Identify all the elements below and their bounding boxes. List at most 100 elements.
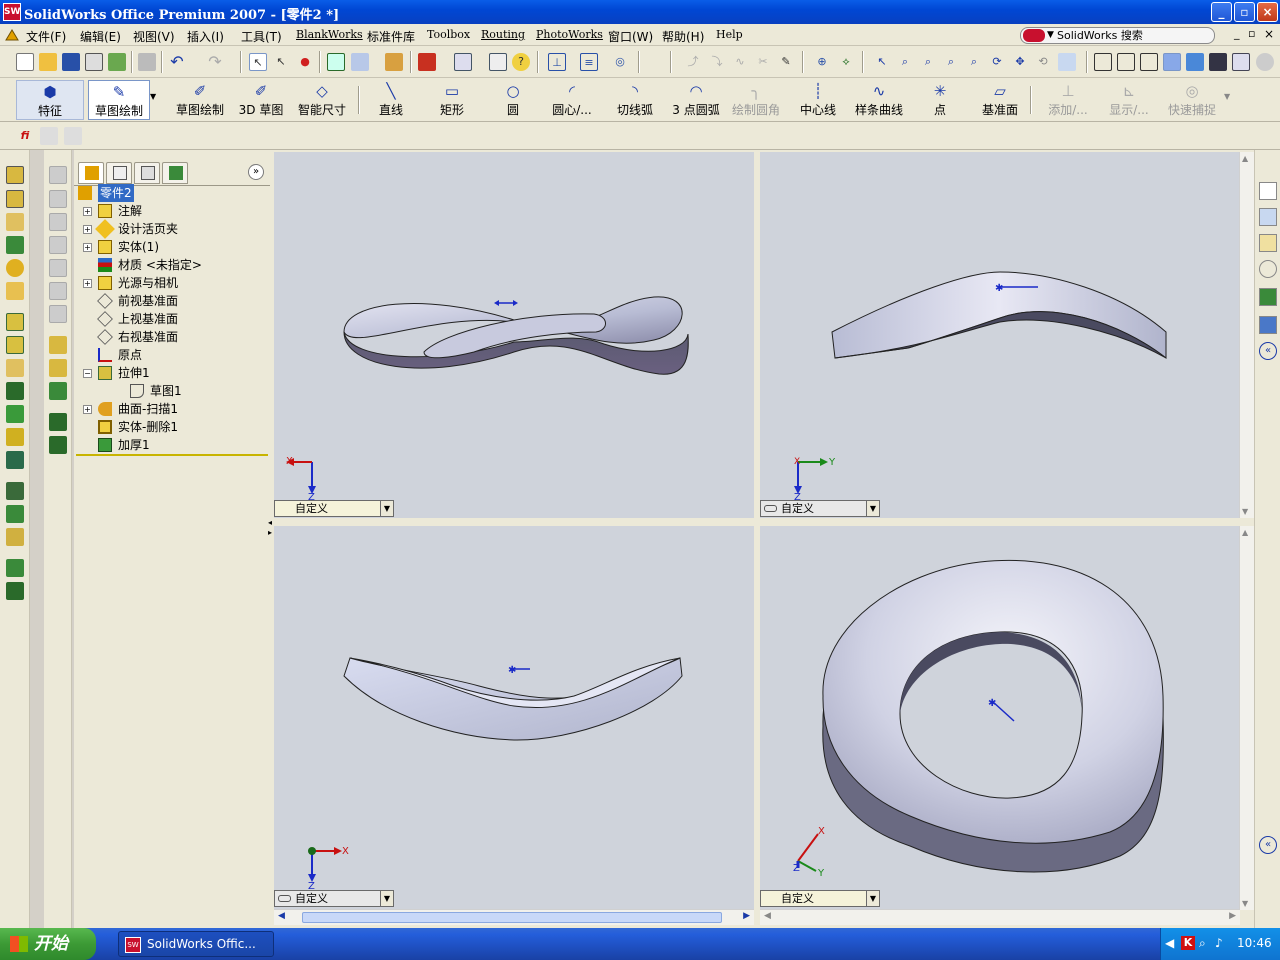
zoom-in-out-icon[interactable]: ⌕ bbox=[942, 53, 960, 71]
home-icon[interactable] bbox=[1259, 182, 1277, 200]
realview-icon[interactable] bbox=[1256, 53, 1274, 71]
dome-icon[interactable] bbox=[6, 382, 24, 400]
dropdown-arrow-icon[interactable]: ▼ bbox=[380, 501, 393, 516]
sketch-grid-icon[interactable]: ≡ bbox=[580, 53, 598, 71]
file-explorer-icon[interactable] bbox=[1259, 234, 1277, 252]
view-selector-2[interactable]: 自定义 ▼ bbox=[760, 500, 880, 517]
options-grid-icon[interactable] bbox=[327, 53, 345, 71]
print-icon[interactable] bbox=[138, 53, 156, 71]
roll-view-icon[interactable]: ⟲ bbox=[1034, 53, 1052, 71]
expand-icon[interactable]: + bbox=[83, 279, 92, 288]
view-selector-1[interactable]: 自定义 ▼ bbox=[274, 500, 394, 517]
link-views-icon[interactable] bbox=[764, 505, 777, 512]
vertical-scrollbar-top[interactable]: ▲ ▼ bbox=[1239, 152, 1254, 518]
doc-close-button[interactable]: × bbox=[1264, 27, 1274, 41]
menu-file[interactable]: 文件(F) bbox=[26, 28, 66, 45]
cut-with-surface-icon[interactable] bbox=[49, 436, 67, 454]
select-filter-icon[interactable]: ↖ bbox=[272, 53, 290, 71]
antivirus-icon[interactable]: K bbox=[1181, 936, 1195, 950]
zoom-to-fit-icon[interactable]: ⌕ bbox=[896, 53, 914, 71]
help-icon[interactable]: ? bbox=[512, 53, 530, 71]
rotate-icon[interactable]: ⟳ bbox=[988, 53, 1006, 71]
view-palette-icon[interactable] bbox=[1259, 288, 1277, 306]
select-icon[interactable]: ↖ bbox=[249, 53, 267, 71]
list-icon[interactable] bbox=[489, 53, 507, 71]
doc-minimize-button[interactable]: _ bbox=[1234, 27, 1240, 40]
spline-button[interactable]: ∿ 样条曲线 bbox=[852, 80, 906, 120]
shaded-icon[interactable] bbox=[1186, 53, 1204, 71]
revolve-boss-icon[interactable] bbox=[6, 190, 24, 208]
move-entities-icon[interactable]: ✎ bbox=[777, 53, 795, 71]
configuration-manager-tab[interactable] bbox=[134, 162, 160, 184]
surface-extend-icon[interactable] bbox=[49, 359, 67, 377]
edit-appearance-icon[interactable] bbox=[385, 53, 403, 71]
linear-pattern-icon[interactable] bbox=[6, 482, 24, 500]
menu-routing[interactable]: Routing bbox=[481, 28, 525, 41]
reference-geometry-icon[interactable] bbox=[6, 559, 24, 577]
curves-icon[interactable] bbox=[6, 582, 24, 600]
scroll-thumb[interactable] bbox=[302, 912, 722, 923]
undo-icon[interactable]: ↶ bbox=[168, 53, 186, 71]
section-view-icon[interactable] bbox=[1232, 53, 1250, 71]
extrude-boss-icon[interactable] bbox=[6, 166, 24, 184]
sweep-icon[interactable] bbox=[6, 213, 24, 231]
menu-help[interactable]: Help bbox=[716, 28, 743, 41]
center-arc-button[interactable]: ◜ 圆心/... bbox=[546, 80, 598, 120]
features-tab[interactable]: ⬢ 特征 bbox=[16, 80, 84, 120]
shaded-with-edges-icon[interactable] bbox=[1163, 53, 1181, 71]
expand-icon[interactable]: + bbox=[83, 225, 92, 234]
mate-icon[interactable]: ⟡ bbox=[837, 53, 855, 71]
appearances-icon[interactable] bbox=[1259, 316, 1277, 334]
circle-button[interactable]: ○ 圆 bbox=[500, 80, 526, 120]
more-dropdown-icon[interactable]: ▼ bbox=[1224, 92, 1230, 101]
search-icon[interactable] bbox=[1259, 260, 1277, 278]
expand-icon[interactable]: + bbox=[83, 405, 92, 414]
feature-tree-tab[interactable] bbox=[78, 162, 104, 184]
viewport-top-left[interactable]: X Z 自定义 ▼ bbox=[274, 152, 754, 518]
sw-menu-icon[interactable] bbox=[4, 27, 20, 43]
plane-button[interactable]: ▱ 基准面 bbox=[978, 80, 1022, 120]
make-drawing-icon[interactable] bbox=[85, 53, 103, 71]
sketch-tab[interactable]: ✎ 草图绘制 bbox=[88, 80, 150, 120]
expand-icon[interactable]: + bbox=[83, 243, 92, 252]
menu-blankworks[interactable]: BlankWorks bbox=[296, 28, 363, 41]
doc-restore-button[interactable]: ▫ bbox=[1248, 27, 1255, 40]
vertical-scrollbar-bottom[interactable]: ▲ ▼ bbox=[1239, 526, 1254, 910]
viewport-bottom-right[interactable]: ✱ X Y Z 自定义 ▼ bbox=[760, 526, 1240, 910]
viewport-top-right[interactable]: ✱ X Y Z 自定义 ▼ bbox=[760, 152, 1240, 518]
circular-pattern-icon[interactable] bbox=[6, 505, 24, 523]
collapse-pane-bottom-icon[interactable]: « bbox=[1259, 836, 1277, 854]
shadows-icon[interactable] bbox=[1209, 53, 1227, 71]
3d-sketch-button[interactable]: ✐ 3D 草图 bbox=[236, 80, 286, 120]
sketch-dropdown-icon[interactable]: ▼ bbox=[150, 92, 156, 101]
smart-dimension-button[interactable]: ◇ 智能尺寸 bbox=[294, 80, 350, 120]
target-icon[interactable]: ◎ bbox=[611, 53, 629, 71]
menu-photoworks[interactable]: PhotoWorks bbox=[536, 28, 603, 41]
line-button[interactable]: ╲ 直线 bbox=[374, 80, 408, 120]
search-dropdown-icon[interactable]: ▼ bbox=[1047, 28, 1054, 43]
open-icon[interactable] bbox=[39, 53, 57, 71]
scale-icon[interactable] bbox=[6, 451, 24, 469]
component-icon[interactable]: ⊕ bbox=[813, 53, 831, 71]
save-icon[interactable] bbox=[62, 53, 80, 71]
expand-panel-icon[interactable]: » bbox=[248, 164, 264, 180]
display-manager-tab[interactable] bbox=[162, 162, 188, 184]
horizontal-scrollbar-left[interactable]: ◀ ▶ bbox=[274, 909, 754, 925]
zoom-selection-icon[interactable]: ⌕ bbox=[965, 53, 983, 71]
three-point-arc-button[interactable]: ◠ 3 点圆弧 bbox=[668, 80, 724, 120]
tray-expand-icon[interactable]: ◀ bbox=[1165, 936, 1174, 950]
hole-icon[interactable] bbox=[6, 428, 24, 446]
search-input[interactable]: ▼ SolidWorks 搜索 bbox=[1020, 27, 1215, 44]
point-button[interactable]: ✳ 点 bbox=[929, 80, 951, 120]
dropdown-arrow-icon[interactable]: ▼ bbox=[866, 501, 879, 516]
fillet-icon[interactable] bbox=[6, 259, 24, 277]
new-icon[interactable] bbox=[16, 53, 34, 71]
menu-edit[interactable]: 编辑(E) bbox=[80, 28, 121, 45]
expand-icon[interactable]: + bbox=[83, 207, 92, 216]
view-selector-3[interactable]: 自定义 ▼ bbox=[274, 890, 394, 907]
tangent-arc-button[interactable]: ◝ 切线弧 bbox=[614, 80, 656, 120]
horizontal-scrollbar-right[interactable]: ◀ ▶ bbox=[760, 909, 1240, 925]
centerline-button[interactable]: ┊ 中心线 bbox=[798, 80, 838, 120]
design-library-icon[interactable] bbox=[1259, 208, 1277, 226]
thicken-tool-icon[interactable] bbox=[49, 413, 67, 431]
